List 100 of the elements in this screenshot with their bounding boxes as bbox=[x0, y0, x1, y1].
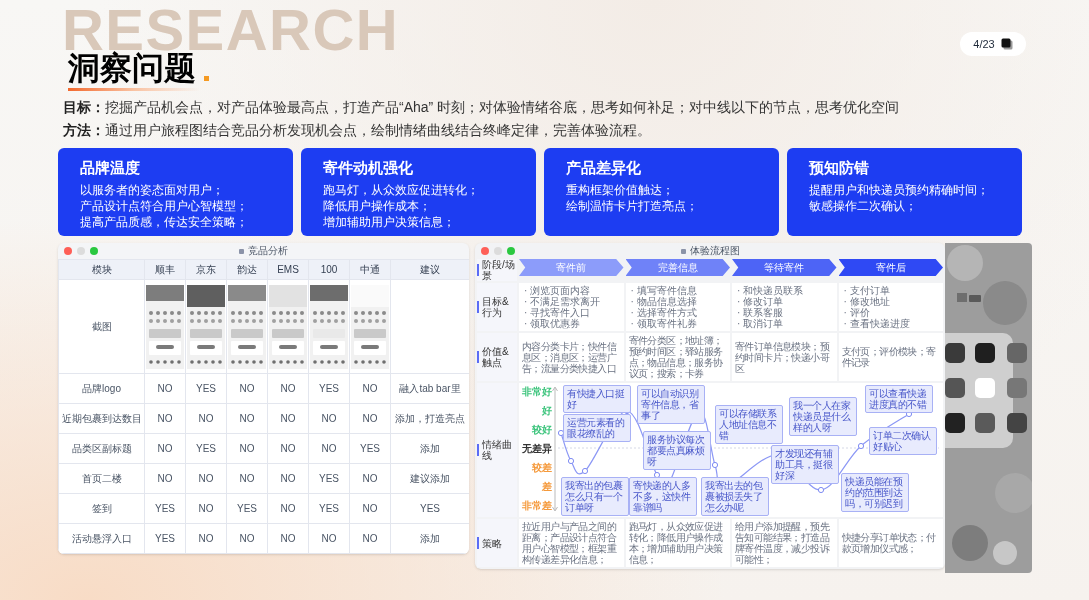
column-header: EMS bbox=[267, 259, 309, 280]
emotion-note: 才发现还有辅助工具，挺很好深 bbox=[771, 445, 839, 484]
minimize-button[interactable] bbox=[494, 247, 502, 255]
table-cell: NO bbox=[267, 373, 309, 404]
emotion-note: 可以查看快递进度真的不错 bbox=[865, 385, 933, 413]
table-cell: YES bbox=[349, 433, 391, 464]
label-marker bbox=[477, 351, 479, 363]
table-cell: NO bbox=[185, 463, 227, 494]
stage-header: 等待寄件 bbox=[732, 259, 837, 276]
level-label: 差 bbox=[542, 481, 552, 492]
table-cell: NO bbox=[226, 523, 268, 554]
table-cell: YES bbox=[308, 493, 350, 524]
row-label: 策略 bbox=[482, 537, 502, 549]
table-cell: YES bbox=[226, 493, 268, 524]
emotion-note: 可以存储联系人地址信息不错 bbox=[715, 405, 783, 444]
column-header: 100 bbox=[308, 259, 350, 280]
strategy-text: 跑马灯，从众效应促进转化；降低用户操作成本；增加辅助用户决策信息； bbox=[628, 521, 724, 565]
card-text: 增加辅助用户决策信息； bbox=[323, 214, 456, 230]
card-text: 绘制温情卡片打造亮点； bbox=[566, 198, 699, 214]
maximize-button[interactable] bbox=[90, 247, 98, 255]
intro-text: 通过用户旅程图结合竞品分析发现机会点，绘制情绪曲线结合终峰定律，完善体验流程。 bbox=[105, 121, 651, 140]
minimize-button[interactable] bbox=[77, 247, 85, 255]
emotion-note: 有快捷入口挺好 bbox=[563, 385, 631, 413]
row-header: 品牌logo bbox=[58, 373, 145, 404]
touchpoint-text: 支付页；评价模块；寄件记录 bbox=[841, 346, 937, 368]
emotion-note: 我寄出的包裹怎么只有一个订单呀 bbox=[561, 477, 629, 516]
goal-item: · 修改订单 bbox=[737, 296, 784, 307]
card-title: 产品差异化 bbox=[566, 158, 642, 178]
card-title: 品牌温度 bbox=[80, 158, 141, 178]
column-header: 韵达 bbox=[226, 259, 268, 280]
table-cell: YES bbox=[308, 463, 350, 494]
table-cell: NO bbox=[267, 493, 309, 524]
close-button[interactable] bbox=[481, 247, 489, 255]
table-cell: NO bbox=[185, 493, 227, 524]
table-cell: NO bbox=[185, 523, 227, 554]
table-cell: NO bbox=[308, 403, 350, 434]
level-label: 非常差 bbox=[522, 500, 552, 511]
emotion-note: 订单二次确认好贴心 bbox=[869, 427, 937, 455]
close-button[interactable] bbox=[64, 247, 72, 255]
label-marker bbox=[477, 301, 479, 313]
intro-text: 挖掘产品机会点，对产品体验最高点，打造产品“Aha” 时刻；对体验情绪谷底，思考如何补足；对中线以下的节点，思考优化空间 bbox=[105, 98, 900, 117]
table-cell: YES bbox=[144, 523, 186, 554]
stage-header: 寄件前 bbox=[519, 259, 624, 276]
table-cell: YES bbox=[185, 433, 227, 464]
table-cell: NO bbox=[349, 463, 391, 494]
touchpoint-text: 内容分类卡片；快件信息区；消息区；运营广告；流量分类快捷入口 bbox=[522, 340, 618, 374]
goal-item: · 修改地址 bbox=[843, 296, 891, 307]
goal-item: · 填写寄件信息 bbox=[630, 285, 698, 296]
row-label: 目标&行为 bbox=[482, 296, 510, 318]
page-number: 4/23 bbox=[973, 36, 995, 52]
touchpoint-text: 寄件订单信息模块；预约时间卡片；快递小哥区 bbox=[735, 340, 831, 374]
goal-item: · 不满足需求离开 bbox=[524, 296, 602, 307]
table-cell: NO bbox=[267, 403, 309, 434]
goal-item: · 浏览页面内容 bbox=[524, 285, 592, 296]
table-cell: NO bbox=[144, 403, 186, 434]
level-label: 较好 bbox=[532, 424, 552, 435]
emotion-note: 服务协议每次都要点真麻烦呀 bbox=[643, 431, 711, 470]
row-header: 近期包裹到达数目 bbox=[58, 403, 145, 434]
emotion-note: 我一个人在家快递员是什么样的人呀 bbox=[789, 397, 857, 436]
strategy-text: 给用户添加提醒，预先告知可能结果；打造品牌寄件温度，减少投诉可能性； bbox=[735, 521, 831, 565]
document-icon bbox=[680, 248, 686, 254]
pages-icon bbox=[1000, 38, 1013, 50]
strategy-text: 快捷分享订单状态；付款页增加仪式感； bbox=[841, 532, 937, 554]
table-cell: NO bbox=[226, 373, 268, 404]
goal-item: · 支付订单 bbox=[843, 285, 891, 296]
row-header: 首页二楼 bbox=[58, 463, 145, 494]
column-header: 京东 bbox=[185, 259, 227, 280]
label-marker bbox=[477, 264, 479, 276]
table-cell: YES bbox=[185, 373, 227, 404]
card-title: 寄件动机强化 bbox=[323, 158, 414, 178]
table-cell: YES bbox=[144, 493, 186, 524]
goal-item: · 寻找寄件入口 bbox=[524, 307, 591, 318]
table-cell: NO bbox=[267, 463, 309, 494]
emotion-note: 可以自动识别寄件信息，省事了 bbox=[637, 385, 705, 424]
table-cell: NO bbox=[267, 523, 309, 554]
card-text: 以服务者的姿态面对用户； bbox=[80, 182, 225, 198]
table-cell: NO bbox=[144, 373, 186, 404]
level-label: 非常好 bbox=[522, 386, 552, 397]
row-header: 品类区副标题 bbox=[58, 433, 145, 464]
goal-item: · 选择寄件方式 bbox=[630, 307, 698, 318]
emotion-note: 运营元素看的眼花缭乱的 bbox=[563, 414, 631, 442]
window-title: 体验流程图 bbox=[689, 246, 740, 256]
stage-header: 完善信息 bbox=[625, 259, 730, 276]
intro-label: 方法： bbox=[63, 121, 105, 140]
row-label: 价值&触点 bbox=[482, 346, 510, 368]
table-cell: YES bbox=[308, 373, 350, 404]
table-cell: NO bbox=[226, 433, 268, 464]
column-header: 模块 bbox=[58, 259, 145, 280]
background-word: RESEARCH bbox=[62, 10, 400, 50]
maximize-button[interactable] bbox=[507, 247, 515, 255]
level-label: 好 bbox=[542, 405, 552, 416]
strategy-text: 拉近用户与产品之间的距离；产品设计点符合用户心智模型；框架重构传递差异化信息； bbox=[522, 521, 618, 565]
table-cell: NO bbox=[185, 403, 227, 434]
level-label: 较差 bbox=[532, 462, 552, 473]
table-cell: NO bbox=[144, 463, 186, 494]
goal-item: · 取消订单 bbox=[737, 318, 785, 329]
column-header: 顺丰 bbox=[144, 259, 186, 280]
table-cell: NO bbox=[308, 433, 350, 464]
touchpoint-text: 寄件分类区；地址簿；预约时间区；驿站服务点；物品信息；服务协议页；搜索；卡券 bbox=[628, 335, 724, 379]
column-header: 建议 bbox=[390, 259, 469, 280]
